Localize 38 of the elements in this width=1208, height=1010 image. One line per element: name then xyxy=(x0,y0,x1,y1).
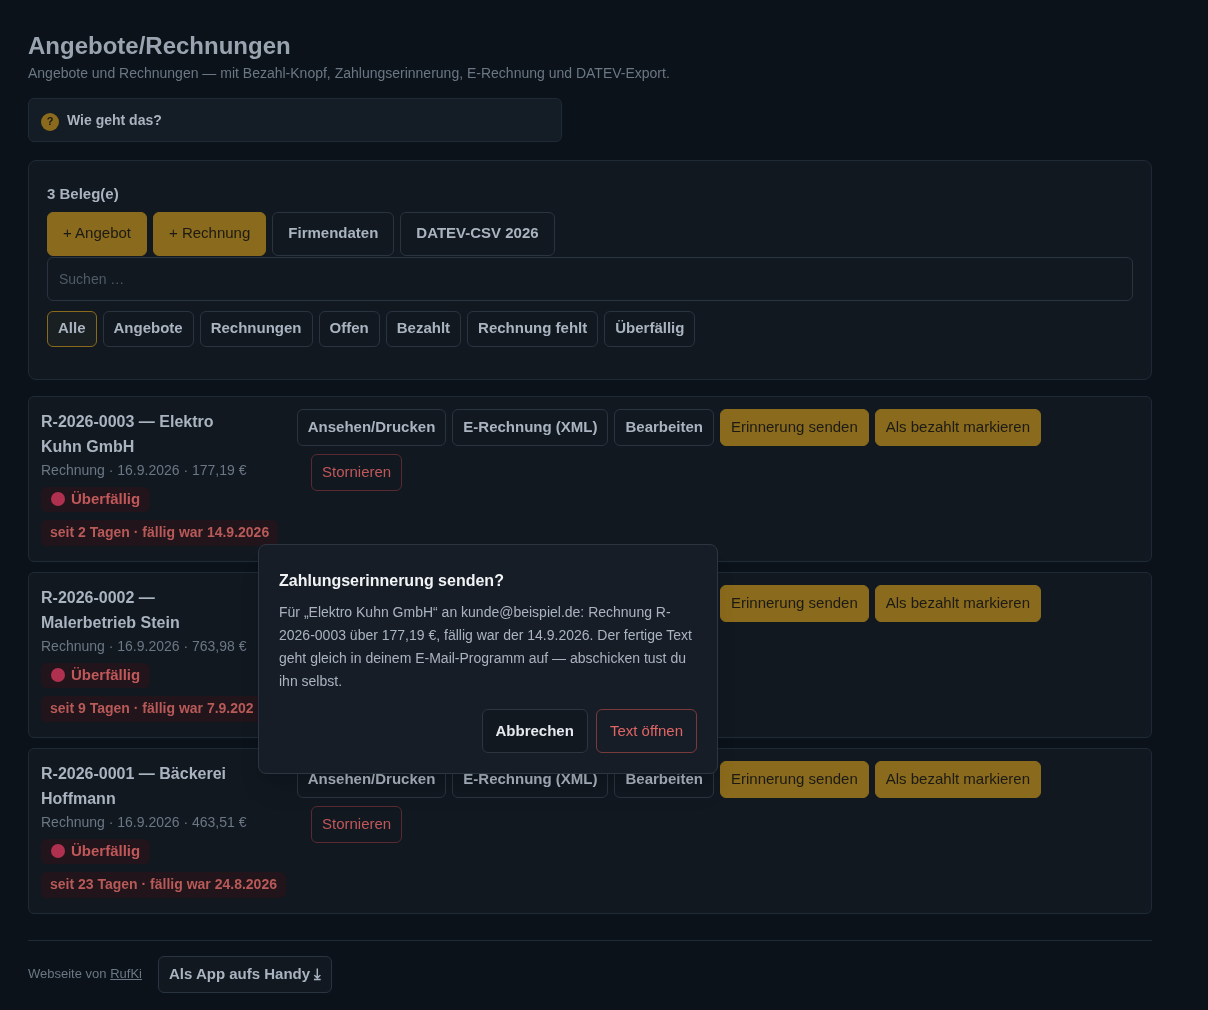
status-label: Überfällig xyxy=(71,488,141,509)
search-field[interactable]: Suchen … xyxy=(47,256,1133,301)
filter-chip[interactable]: Überfällig xyxy=(604,310,696,347)
document-title: R-2026-0002 — Malerbetrieb Stein xyxy=(41,587,181,633)
footer-text: Webseite von RufKi xyxy=(28,965,142,984)
toolbar-button[interactable]: Firmendaten xyxy=(272,211,395,256)
dialog-button[interactable]: Text öffnen xyxy=(595,709,697,753)
cancel-button[interactable]: Stornieren xyxy=(311,453,403,491)
status-label: Überfällig xyxy=(71,840,141,861)
status-label: Überfällig xyxy=(71,664,141,685)
filter-chip[interactable]: Bezahlt xyxy=(385,310,462,347)
due-note: seit 2 Tagen · fällig war 14.9.2026 xyxy=(41,519,279,546)
due-note: seit 23 Tagen · fällig war 24.8.2026 xyxy=(41,871,286,898)
install-app-button[interactable]: Als App aufs Handy ⤓ xyxy=(157,955,333,993)
filter-chip[interactable]: Angebote xyxy=(102,310,194,347)
document-meta: Rechnung · 16.9.2026 · 177,19 € xyxy=(41,460,247,480)
action-button[interactable]: E-Rechnung (XML) xyxy=(452,408,609,446)
footer-link[interactable]: RufKi xyxy=(110,966,142,982)
dialog-message: Für „Elektro Kuhn GmbH“ an kunde@beispiel.de: Rechnung R-2026-0003 über 177,19 €, fällig war der 14.9.2026. Der fertige Text geht gleich in deinem E-Mail-Programm auf — abschicken tust du ihn selbst. xyxy=(279,603,693,691)
filter-chip[interactable]: Alle xyxy=(47,310,97,347)
filter-chip[interactable]: Offen xyxy=(318,310,380,347)
document-meta: Rechnung · 16.9.2026 · 463,51 € xyxy=(41,812,247,832)
page-title: Angebote/Rechnungen xyxy=(28,31,292,61)
cancel-button[interactable]: Stornieren xyxy=(311,805,403,843)
dialog-button[interactable]: Abbrechen xyxy=(481,709,588,753)
help-toggle[interactable]: ? Wie geht das? xyxy=(28,98,562,142)
document-title: R-2026-0003 — Elektro Kuhn GmbH xyxy=(41,411,215,457)
help-icon: ? xyxy=(41,112,59,131)
page-subtitle: Angebote und Rechnungen — mit Bezahl-Knopf, Zahlungserinnerung, E-Rechnung und DATEV-Export. xyxy=(28,64,671,83)
document-count: 3 Beleg(e) xyxy=(47,184,120,204)
action-button[interactable]: Ansehen/Drucken xyxy=(296,408,447,446)
action-button[interactable]: Bearbeiten xyxy=(614,408,714,446)
dialog-title: Zahlungserinnerung senden? xyxy=(279,571,505,591)
toolbar-button[interactable]: DATEV-CSV 2026 xyxy=(400,211,555,256)
document-title: R-2026-0001 — Bäckerei Hoffmann xyxy=(41,763,227,809)
filter-chip[interactable]: Rechnungen xyxy=(199,310,313,347)
filter-chip[interactable]: Rechnung fehlt xyxy=(467,310,599,347)
document-meta: Rechnung · 16.9.2026 · 763,98 € xyxy=(41,636,247,656)
